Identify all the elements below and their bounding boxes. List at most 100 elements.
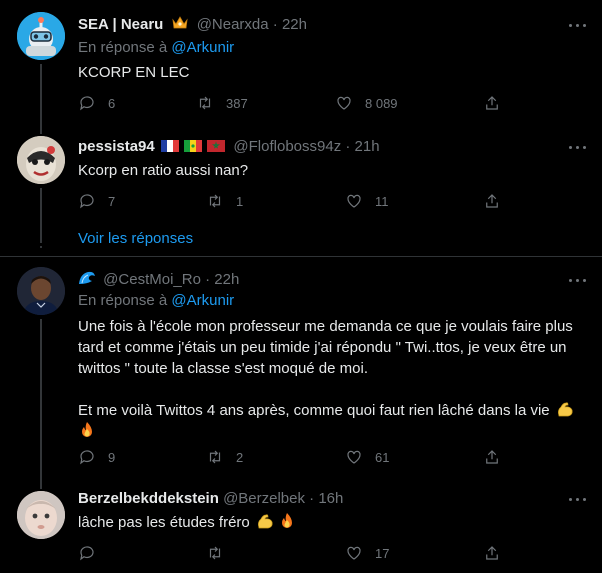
show-replies-link[interactable]: Voir les réponses	[78, 229, 193, 249]
retweet-count: 2	[236, 449, 244, 465]
tweet-actions: 6 387 8 089	[78, 93, 508, 113]
crown-emoji-icon	[171, 16, 188, 29]
tweet-text: KCORP EN LEC	[78, 64, 190, 81]
share-button[interactable]	[483, 543, 501, 563]
heart-icon	[347, 546, 361, 560]
author-name[interactable]: SEA | Nearu	[78, 16, 163, 33]
reply-count: 7	[108, 193, 116, 209]
reply-button[interactable]: 6	[78, 93, 115, 113]
fire-icon	[82, 422, 92, 437]
like-count: 8 089	[365, 95, 398, 111]
like-count: 61	[375, 449, 390, 465]
retweet-icon	[209, 194, 221, 208]
avatar-cestmoi-ro[interactable]	[17, 267, 65, 315]
baby-face-avatar-icon	[17, 491, 65, 539]
reply-button[interactable]: 7	[78, 191, 115, 211]
share-button[interactable]	[483, 191, 501, 211]
reply-button[interactable]: 9	[78, 447, 115, 467]
author-name[interactable]: pessista94	[78, 138, 155, 155]
more-options-icon[interactable]	[567, 15, 589, 37]
tweet-cestmoi-ro[interactable]: @CestMoi_Ro · 22h En réponse à @Arkunir …	[0, 257, 602, 489]
retweet-button[interactable]	[206, 543, 236, 563]
tweet-text-line: tard et comme j'étais un peu timide j'ai…	[78, 339, 567, 356]
retweet-icon	[209, 450, 221, 464]
reply-icon	[80, 546, 94, 561]
tweet-text: Une fois à l'école mon professeur me dem…	[78, 316, 588, 442]
thread-continuation-dots	[40, 231, 43, 248]
like-button[interactable]: 61	[345, 447, 389, 467]
share-icon	[486, 450, 498, 464]
tweet-text: Kcorp en ratio aussi nan?	[78, 162, 249, 179]
retweet-button[interactable]: 2	[206, 447, 243, 467]
tweet-actions: 17	[78, 543, 508, 563]
tweet-actions: 9 2 61	[78, 447, 508, 467]
wave-emoji-icon	[79, 271, 95, 284]
tweet-actions: 7 1 11	[78, 191, 508, 211]
reply-mention-link[interactable]: @Arkunir	[171, 39, 234, 56]
author-handle[interactable]: @Nearxda	[197, 16, 269, 33]
tweet-text-line: Et me voilà Twittos 4 ans après, comme q…	[78, 400, 588, 421]
heart-icon	[347, 450, 361, 464]
flexed-biceps-icon	[557, 402, 573, 417]
retweet-button[interactable]: 1	[206, 191, 243, 211]
tweet-text-content: lâche pas les études fréro	[78, 514, 250, 531]
reply-icon	[80, 450, 94, 465]
avatar-berzelbek[interactable]	[17, 491, 65, 539]
tweet-text-line	[78, 379, 588, 400]
author-handle[interactable]: @Berzelbek	[223, 490, 305, 507]
reply-mention-link[interactable]: @Arkunir	[171, 292, 234, 309]
reply-icon	[80, 194, 94, 209]
morocco-flag-icon	[207, 140, 226, 152]
share-icon	[486, 546, 498, 560]
like-count: 11	[375, 193, 389, 209]
tweet-text-line: twittos " toute la classe s'est moqué de…	[78, 360, 368, 377]
like-button[interactable]: 11	[345, 191, 389, 211]
tweet-text-line-content: Et me voilà Twittos 4 ans après, comme q…	[78, 402, 550, 419]
tweet-time[interactable]: · 21h	[345, 138, 379, 155]
share-icon	[486, 96, 498, 110]
retweet-button[interactable]: 387	[196, 93, 248, 113]
share-button[interactable]	[483, 93, 501, 113]
retweet-icon	[199, 96, 211, 110]
tweet-berzelbek[interactable]: Berzelbekddekstein @Berzelbek · 16h lâch…	[0, 479, 602, 573]
like-button[interactable]: 17	[345, 543, 389, 563]
tweet-time[interactable]: · 22h	[273, 16, 307, 33]
player-avatar-icon	[17, 267, 65, 315]
author-handle[interactable]: @CestMoi_Ro	[103, 271, 201, 288]
author-handle[interactable]: @Flofloboss94z	[233, 138, 341, 155]
masked-face-avatar-icon	[17, 136, 65, 184]
reply-icon	[80, 96, 94, 111]
more-options-icon[interactable]	[567, 270, 589, 292]
avatar-pessista94[interactable]	[17, 136, 65, 184]
reply-count: 6	[108, 95, 116, 111]
tweet-text-line	[78, 421, 588, 442]
robot-avatar-icon	[17, 12, 65, 60]
tweet-time[interactable]: · 16h	[309, 490, 343, 507]
reply-prefix: En réponse à	[78, 39, 168, 56]
like-button[interactable]: 8 089	[335, 93, 398, 113]
retweet-icon	[209, 546, 221, 560]
reply-count: 9	[108, 449, 116, 465]
senegal-flag-icon	[184, 140, 203, 152]
tweet-text-line: Une fois à l'école mon professeur me dem…	[78, 318, 573, 335]
tweet-pessista94[interactable]: pessista94 @Flofloboss94z · 21h Kcorp en…	[0, 124, 602, 242]
more-options-icon[interactable]	[567, 137, 589, 159]
flexed-biceps-icon	[257, 514, 273, 529]
reply-prefix: En réponse à	[78, 292, 168, 309]
heart-icon	[347, 194, 361, 208]
author-name[interactable]: Berzelbekddekstein	[78, 490, 219, 507]
like-count: 17	[375, 545, 390, 561]
heart-icon	[337, 96, 351, 110]
reply-button[interactable]	[78, 543, 108, 563]
thread-line	[40, 319, 42, 489]
tweet-text: lâche pas les études fréro	[78, 512, 296, 533]
share-button[interactable]	[483, 447, 501, 467]
avatar-nearu[interactable]	[17, 12, 65, 60]
tweet-time[interactable]: · 22h	[205, 271, 239, 288]
france-flag-icon	[160, 140, 179, 152]
retweet-count: 1	[236, 193, 244, 209]
retweet-count: 387	[226, 95, 248, 111]
fire-icon	[282, 513, 293, 528]
tweet-nearu[interactable]: SEA | Nearu @Nearxda · 22h En réponse à …	[0, 0, 602, 134]
more-options-icon[interactable]	[567, 489, 589, 511]
